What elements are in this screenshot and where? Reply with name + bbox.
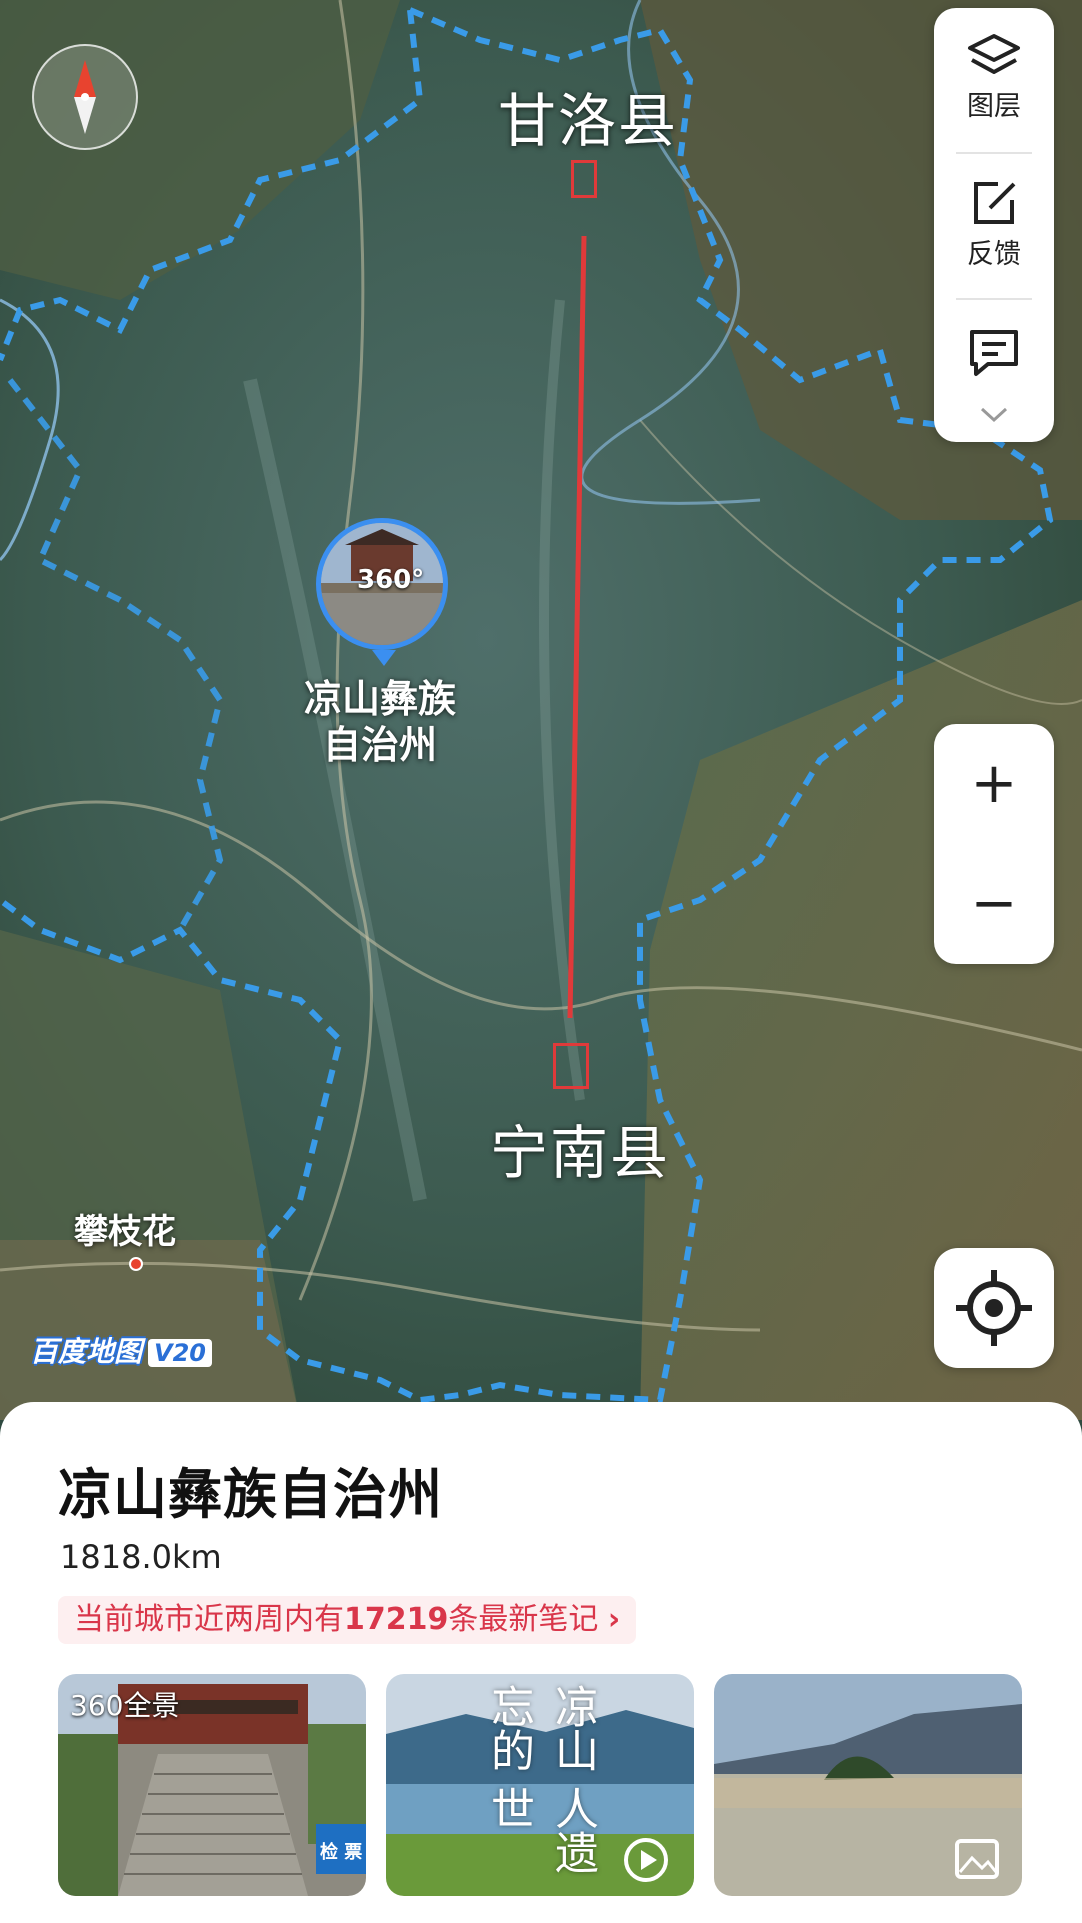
place-label-ganluo[interactable]: 甘洛县 — [498, 74, 678, 158]
route-start-marker — [571, 160, 597, 198]
toolbox-divider — [956, 152, 1032, 154]
locate-button[interactable] — [934, 1248, 1054, 1368]
locate-icon — [956, 1270, 1032, 1346]
watermark-text: 百度地图 — [30, 1335, 143, 1368]
photo-thumbnail-lake[interactable] — [714, 1674, 1022, 1896]
ticket-sign: 检 票 — [320, 1842, 363, 1863]
place-detail-sheet[interactable]: 凉山彝族自治州 1818.0km 当前城市近两周内有17219条最新笔记 › 3… — [0, 1402, 1082, 1923]
pano-tag: 360全景 — [70, 1689, 180, 1722]
notes-suffix: 条最新笔记 — [448, 1602, 599, 1637]
message-icon — [970, 330, 1018, 376]
map-view[interactable]: 甘洛县 宁南县 360° 凉山彝族自治州 攀枝花 百度地图 V20 — [0, 0, 1082, 1420]
notes-count: 17219 — [344, 1602, 449, 1637]
map-toolbox: 图层 反馈 — [934, 8, 1054, 442]
zoom-out-button[interactable]: − — [934, 844, 1054, 964]
play-icon — [624, 1838, 668, 1882]
pin-pointer — [372, 650, 396, 666]
chevron-right-icon: › — [607, 1602, 621, 1637]
gallery-icon — [955, 1839, 999, 1879]
notes-banner-link[interactable]: 当前城市近两周内有17219条最新笔记 › — [58, 1596, 637, 1644]
route-end-marker — [553, 1043, 589, 1089]
feedback-button[interactable]: 反馈 — [934, 178, 1054, 271]
panorama-pin[interactable]: 360° — [316, 518, 448, 650]
compass-button[interactable] — [32, 44, 138, 150]
chevron-down-icon — [980, 407, 1008, 423]
layers-label: 图层 — [967, 91, 1021, 122]
toolbox-expand-button[interactable] — [934, 406, 1054, 424]
zoom-in-button[interactable]: + — [934, 724, 1054, 844]
place-label-ningnan[interactable]: 宁南县 — [490, 1106, 670, 1190]
place-label-panzhihua[interactable]: 攀枝花 — [74, 1204, 176, 1253]
distance-text: 1818.0km — [60, 1538, 222, 1576]
place-label-liangshan[interactable]: 凉山彝族自治州 — [290, 676, 470, 768]
compass-icon — [74, 60, 96, 134]
toolbox-divider — [956, 298, 1032, 300]
feedback-label: 反馈 — [967, 239, 1021, 270]
baidu-map-watermark: 百度地图 V20 — [30, 1330, 212, 1370]
pano-360-badge: 360° — [357, 565, 425, 595]
video-caption: 凉山 人遗忘的 世 — [483, 1684, 598, 1874]
zoom-control: + − — [934, 724, 1054, 964]
place-title: 凉山彝族自治州 — [58, 1463, 443, 1526]
photo-thumbnail-panorama[interactable]: 360全景 检 票 — [58, 1674, 366, 1896]
watermark-version: V20 — [148, 1339, 212, 1367]
message-button[interactable] — [934, 326, 1054, 378]
notes-prefix: 当前城市近两周内有 — [74, 1602, 344, 1637]
edit-icon — [974, 182, 1016, 224]
layers-icon — [968, 34, 1020, 74]
city-dot-icon — [129, 1257, 143, 1271]
video-thumbnail[interactable]: 凉山 人遗忘的 世 — [386, 1674, 694, 1896]
layers-button[interactable]: 图层 — [934, 32, 1054, 123]
